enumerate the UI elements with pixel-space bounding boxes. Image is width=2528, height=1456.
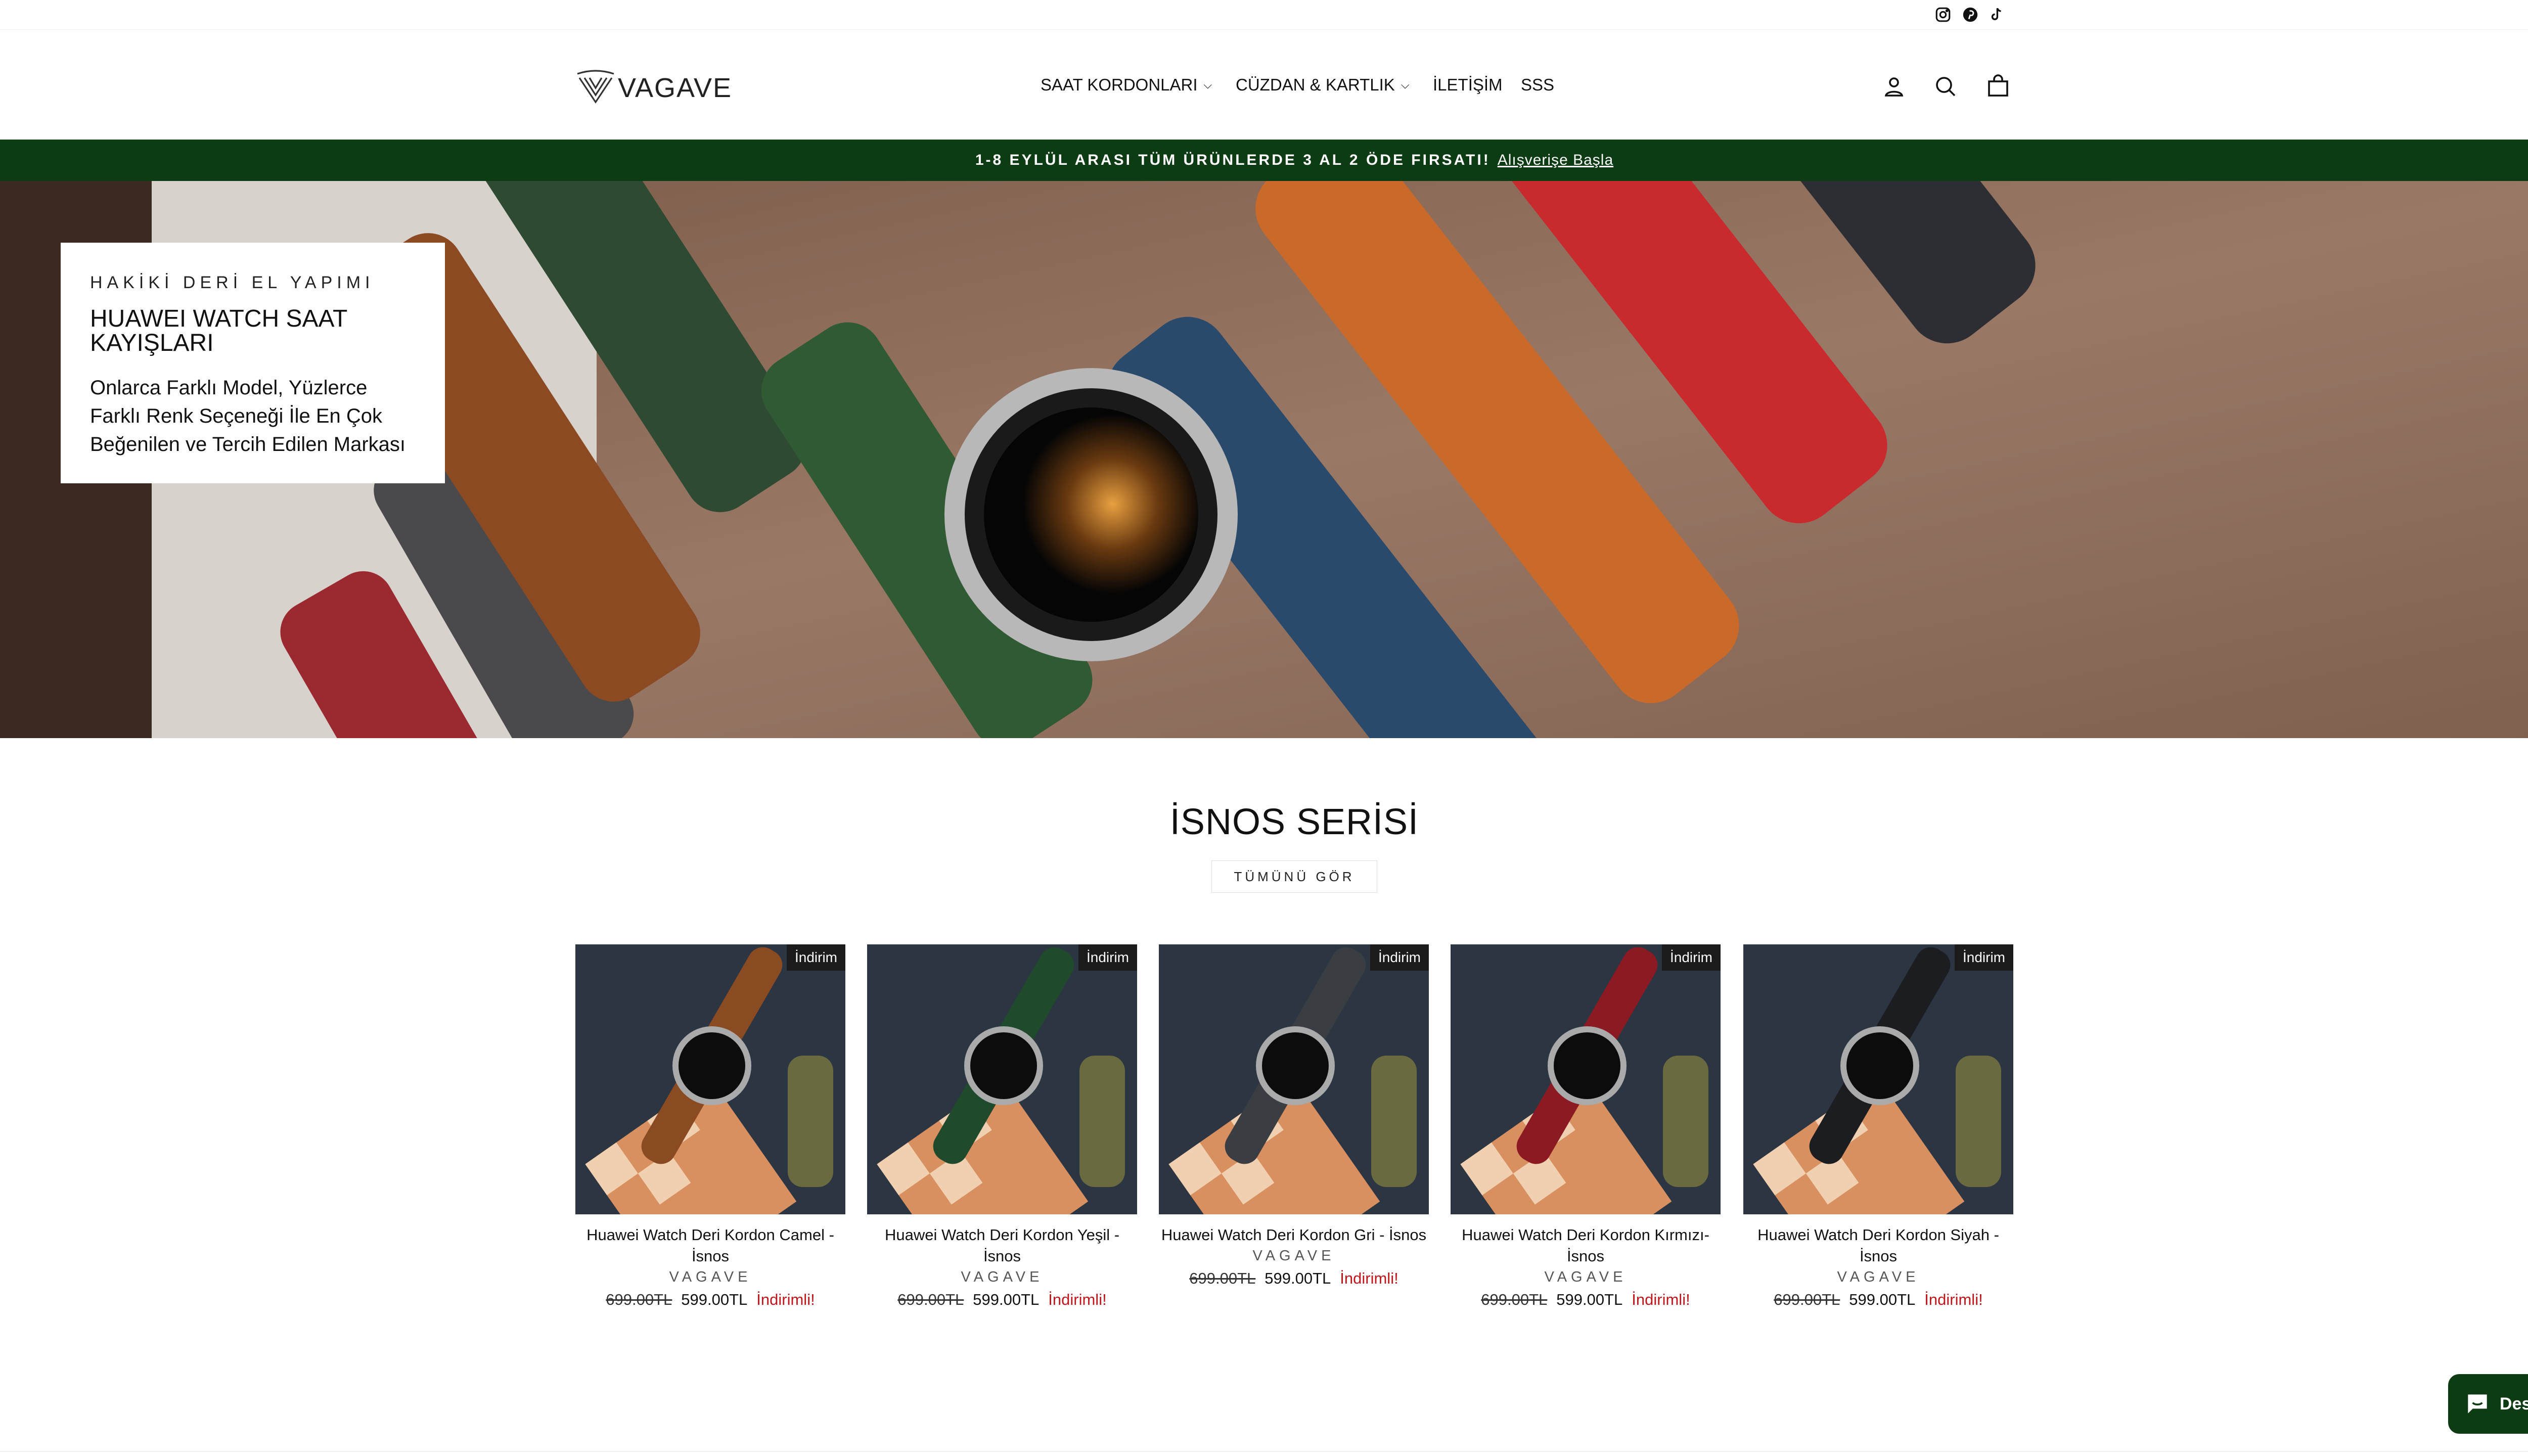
product-card[interactable]: İndirim Huawei Watch Deri Kordon Camel -… (575, 944, 845, 1309)
hero-title: HUAWEI WATCH SAAT KAYIŞLARI (90, 305, 347, 356)
section-title: İSNOS SERİSİ (1169, 802, 1419, 842)
tiktok-icon[interactable] (1988, 6, 2005, 23)
product-photo (1159, 944, 1429, 1214)
nav-label: İLETİŞİM (1433, 75, 1503, 94)
product-image[interactable]: İndirim (1159, 944, 1429, 1214)
announcement-text: 1-8 EYLÜL ARASI TÜM ÜRÜNLERDE 3 AL 2 ÖDE… (975, 152, 1491, 168)
site-header: VAGAVE SAAT KORDONLARI ⌵ CÜZDAN & KARTLIK… (0, 29, 2528, 140)
sale-label: İndirimli! (756, 1291, 815, 1308)
pinterest-icon[interactable] (1962, 6, 1979, 23)
product-price: 699.00TL 599.00TL İndirimli! (1451, 1291, 1721, 1309)
product-name[interactable]: Huawei Watch Deri Kordon Gri - İsnos (1159, 1224, 1429, 1246)
view-all-button[interactable]: TÜMÜNÜ GÖR (1211, 860, 1377, 893)
sale-badge: İndirim (1661, 944, 1721, 971)
nav-label: CÜZDAN & KARTLIK (1236, 75, 1395, 94)
logo-mark-icon (577, 70, 614, 104)
sale-badge: İndirim (786, 944, 845, 971)
product-name[interactable]: Huawei Watch Deri Kordon Yeşil - İsnos (867, 1224, 1137, 1267)
nav-iletisim[interactable]: İLETİŞİM (1433, 75, 1503, 95)
sale-label: İndirimli! (1924, 1291, 1983, 1308)
current-price: 599.00TL (1265, 1269, 1331, 1287)
hero-banner[interactable]: HAKİKİ DERİ EL YAPIMI HUAWEI WATCH SAAT … (0, 181, 2528, 738)
current-price: 599.00TL (1556, 1291, 1623, 1308)
product-image[interactable]: İndirim (575, 944, 845, 1214)
product-price: 699.00TL 599.00TL İndirimli! (575, 1291, 845, 1309)
product-name[interactable]: Huawei Watch Deri Kordon Kırmızı- İsnos (1451, 1224, 1721, 1267)
sale-badge: İndirim (1078, 944, 1137, 971)
product-image[interactable]: İndirim (1743, 944, 2013, 1214)
product-name[interactable]: Huawei Watch Deri Kordon Camel - İsnos (575, 1224, 845, 1267)
nav-cuzdan-kartlik[interactable]: CÜZDAN & KARTLIK ⌵ (1236, 75, 1409, 95)
product-grid: İndirim Huawei Watch Deri Kordon Camel -… (575, 944, 2013, 1329)
hero-text-card: HAKİKİ DERİ EL YAPIMI HUAWEI WATCH SAAT … (61, 243, 445, 483)
product-vendor: VAGAVE (1837, 1269, 1920, 1285)
old-price: 699.00TL (1774, 1291, 1840, 1308)
product-card[interactable]: İndirim Huawei Watch Deri Kordon Gri - İ… (1159, 944, 1429, 1288)
sale-label: İndirimli! (1632, 1291, 1690, 1308)
product-photo (1451, 944, 1721, 1214)
old-price: 699.00TL (1481, 1291, 1548, 1308)
nav-label: SAAT KORDONLARI (1041, 75, 1198, 94)
product-price: 699.00TL 599.00TL İndirimli! (1743, 1291, 2013, 1309)
announcement-link[interactable]: Alışverişe Başla (1498, 152, 1613, 169)
nav-sss[interactable]: SSS (1521, 75, 1554, 95)
product-card[interactable]: İndirim Huawei Watch Deri Kordon Siyah -… (1743, 944, 2013, 1309)
product-photo (867, 944, 1137, 1214)
current-price: 599.00TL (973, 1291, 1040, 1308)
product-image[interactable]: İndirim (1451, 944, 1721, 1214)
product-photo (575, 944, 845, 1214)
footer-divider (0, 1451, 2528, 1452)
sale-badge: İndirim (1370, 944, 1429, 971)
sale-label: İndirimli! (1340, 1269, 1398, 1287)
current-price: 599.00TL (681, 1291, 748, 1308)
chevron-down-icon: ⌵ (1203, 78, 1212, 91)
product-vendor: VAGAVE (961, 1269, 1044, 1285)
chat-icon (2468, 1394, 2487, 1414)
product-image[interactable]: İndirim (867, 944, 1137, 1214)
brand-name: VAGAVE (618, 73, 733, 103)
nav-label: SSS (1521, 75, 1555, 94)
chevron-down-icon: ⌵ (1401, 78, 1410, 91)
product-vendor: VAGAVE (669, 1269, 752, 1285)
product-vendor: VAGAVE (1252, 1248, 1335, 1264)
product-photo (1743, 944, 2013, 1214)
sale-badge: İndirim (1954, 944, 2013, 971)
nav-saat-kordonlari[interactable]: SAAT KORDONLARI ⌵ (1041, 75, 1212, 95)
product-name[interactable]: Huawei Watch Deri Kordon Siyah - İsnos (1743, 1224, 2013, 1267)
product-card[interactable]: İndirim Huawei Watch Deri Kordon Yeşil -… (867, 944, 1137, 1309)
cart-icon[interactable] (1984, 72, 2012, 101)
search-icon[interactable] (1931, 72, 1960, 101)
old-price: 699.00TL (897, 1291, 964, 1308)
announcement-bar: 1-8 EYLÜL ARASI TÜM ÜRÜNLERDE 3 AL 2 ÖDE… (0, 140, 2528, 181)
brand-logo[interactable]: VAGAVE (575, 69, 732, 107)
account-icon[interactable] (1880, 72, 1908, 101)
product-price: 699.00TL 599.00TL İndirimli! (867, 1291, 1137, 1309)
sale-label: İndirimli! (1048, 1291, 1107, 1308)
instagram-icon[interactable] (1934, 6, 1952, 23)
hero-description: Onlarca Farklı Model, Yüzlerce Farklı Re… (90, 377, 406, 456)
old-price: 699.00TL (606, 1291, 672, 1308)
hero-subtitle: HAKİKİ DERİ EL YAPIMI (90, 273, 375, 292)
support-chat-button[interactable]: Destek (2448, 1374, 2528, 1434)
product-vendor: VAGAVE (1544, 1269, 1627, 1285)
chat-label: Destek (2500, 1394, 2528, 1414)
social-bar (0, 0, 2528, 29)
current-price: 599.00TL (1849, 1291, 1916, 1308)
product-price: 699.00TL 599.00TL İndirimli! (1159, 1269, 1429, 1288)
product-card[interactable]: İndirim Huawei Watch Deri Kordon Kırmızı… (1451, 944, 1721, 1309)
old-price: 699.00TL (1189, 1269, 1256, 1287)
